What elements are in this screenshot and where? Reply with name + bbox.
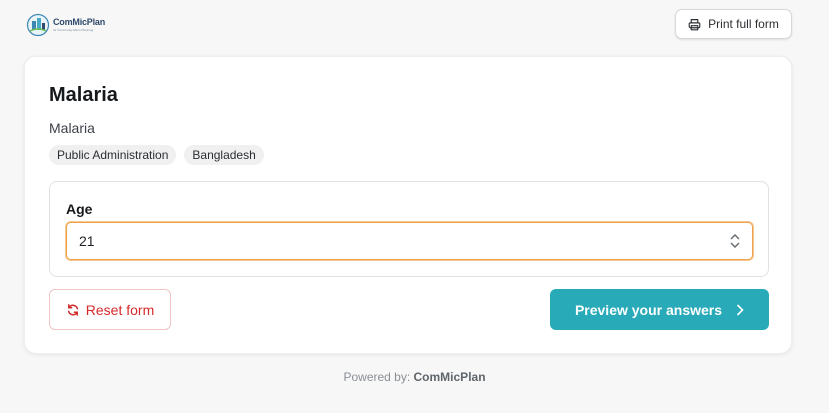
preview-answers-button[interactable]: Preview your answers xyxy=(550,289,769,330)
age-number-input[interactable]: 21 xyxy=(66,222,753,260)
reset-form-button[interactable]: Reset form xyxy=(49,289,171,330)
print-full-form-button[interactable]: Print full form xyxy=(675,9,792,39)
logo-name: ComMicPlan xyxy=(53,17,106,27)
powered-by-name: ComMicPlan xyxy=(413,370,486,384)
age-label: Age xyxy=(66,201,93,217)
top-bar: ComMicPlan for Community Micro Planning … xyxy=(0,0,829,50)
form-tags: Public Administration Bangladesh xyxy=(49,145,264,165)
question-age: Age 21 xyxy=(49,181,769,277)
reset-icon xyxy=(67,303,78,316)
footer: Powered by: ComMicPlan xyxy=(0,370,829,384)
printer-icon xyxy=(688,18,701,30)
form-subtitle: Malaria xyxy=(49,120,95,136)
tag-country: Bangladesh xyxy=(184,145,264,165)
logo-icon xyxy=(26,13,50,37)
logo-tagline: for Community Micro Planning xyxy=(53,28,94,32)
preview-button-label: Preview your answers xyxy=(574,301,723,318)
number-stepper[interactable] xyxy=(730,234,740,248)
app-logo[interactable]: ComMicPlan for Community Micro Planning xyxy=(26,12,110,38)
tag-sector: Public Administration xyxy=(49,145,177,165)
logo-text: ComMicPlan for Community Micro Planning xyxy=(53,18,105,32)
age-input-value: 21 xyxy=(79,233,95,249)
powered-by-prefix: Powered by: xyxy=(343,370,411,384)
print-button-label: Print full form xyxy=(708,17,779,31)
form-card: Malaria Malaria Public Administration Ba… xyxy=(24,56,792,354)
spin-up-icon[interactable] xyxy=(730,234,740,240)
reset-button-label: Reset form xyxy=(85,301,155,318)
form-title: Malaria xyxy=(49,84,118,106)
chevron-right-icon xyxy=(736,303,744,316)
spin-down-icon[interactable] xyxy=(730,242,740,248)
